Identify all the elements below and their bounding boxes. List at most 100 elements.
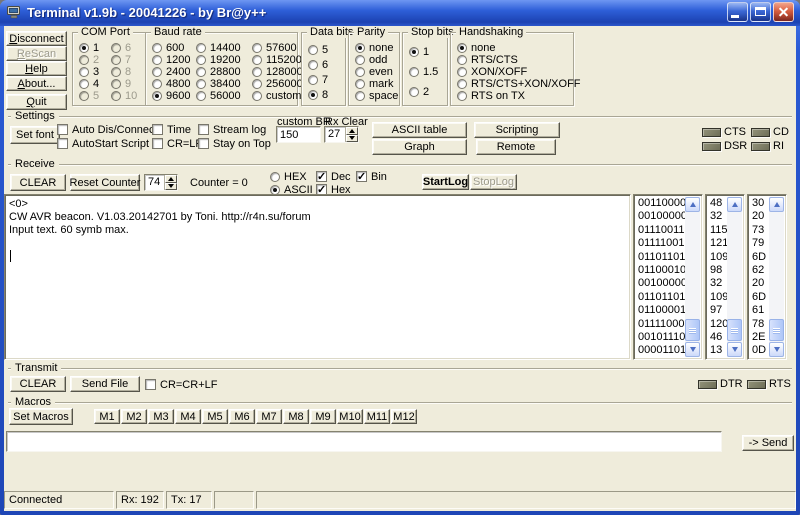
radio-handshake-rts-on-tx[interactable]: RTS on TX (457, 90, 581, 102)
radio-baud-256000[interactable]: 256000 (252, 78, 303, 90)
spin-down-button[interactable] (165, 183, 177, 191)
rx-font-spinner[interactable]: 74 (144, 174, 178, 191)
macro-button-m1[interactable]: M1 (94, 409, 120, 424)
scripting-button[interactable]: Scripting (474, 122, 560, 138)
scroll-up-button[interactable] (727, 197, 742, 212)
list-item[interactable]: 32 (708, 277, 727, 290)
list-item[interactable]: 01100010 (636, 264, 685, 277)
checkbox-stay-on-top[interactable]: Stay on Top (198, 137, 271, 150)
decimal-scrollbar[interactable] (727, 197, 742, 357)
checkbox-autostart-script[interactable]: AutoStart Script (57, 137, 149, 150)
decimal-listbox[interactable]: 48 32 115 121 109 98 32 109 97 120 46 13 (705, 194, 745, 360)
radio-baud-38400[interactable]: 38400 (196, 78, 252, 90)
list-item[interactable]: 6D (750, 291, 769, 304)
scroll-down-button[interactable] (769, 342, 784, 357)
list-item[interactable]: 62 (750, 264, 769, 277)
spin-up-button[interactable] (346, 127, 358, 135)
ascii-table-button[interactable]: ASCII table (372, 122, 467, 138)
radio-handshake-rtscts-xonxoff[interactable]: RTS/CTS+XON/XOFF (457, 78, 581, 90)
scroll-up-button[interactable] (685, 197, 700, 212)
list-item[interactable]: 115 (708, 224, 727, 237)
list-item[interactable]: 01111001 (636, 237, 685, 250)
radio-databits-5[interactable]: 5 (308, 44, 343, 56)
list-item[interactable]: 79 (750, 237, 769, 250)
radio-baud-9600[interactable]: 9600 (152, 90, 196, 102)
list-item[interactable]: 48 (708, 197, 727, 210)
list-item[interactable]: 01101101 (636, 251, 685, 264)
scroll-up-button[interactable] (769, 197, 784, 212)
graph-button[interactable]: Graph (372, 139, 467, 155)
radio-baud-14400[interactable]: 14400 (196, 42, 252, 54)
rx-clear-spinner[interactable]: 27 (324, 126, 359, 143)
list-item[interactable]: 109 (708, 291, 727, 304)
radio-databits-8[interactable]: 8 (308, 89, 343, 101)
list-item[interactable]: 0D (750, 344, 769, 357)
remote-button[interactable]: Remote (476, 139, 556, 155)
receive-terminal[interactable]: <0> CW AVR beacon. V1.03.20142701 by Ton… (4, 194, 631, 360)
radio-baud-56000[interactable]: 56000 (196, 90, 252, 102)
macro-button-m11[interactable]: M11 (364, 409, 390, 424)
radio-baud-128000[interactable]: 128000 (252, 66, 303, 78)
list-item[interactable]: 20 (750, 277, 769, 290)
transmit-input[interactable] (6, 431, 722, 452)
list-item[interactable]: 98 (708, 264, 727, 277)
about-button[interactable]: About... (6, 76, 67, 91)
list-item[interactable]: 20 (750, 210, 769, 223)
checkbox-time[interactable]: Time (152, 123, 191, 136)
checkbox-cr-lf[interactable]: CR=LF (152, 137, 202, 150)
binary-scrollbar[interactable] (685, 197, 700, 357)
reset-counter-button[interactable]: Reset Counter (70, 174, 140, 191)
macro-button-m9[interactable]: M9 (310, 409, 336, 424)
radio-baud-2400[interactable]: 2400 (152, 66, 196, 78)
macro-button-m4[interactable]: M4 (175, 409, 201, 424)
scroll-down-button[interactable] (727, 342, 742, 357)
set-font-button[interactable]: Set font (10, 126, 60, 144)
list-item[interactable]: 00101110 (636, 331, 685, 344)
list-item[interactable]: 61 (750, 304, 769, 317)
hex-scrollbar[interactable] (769, 197, 784, 357)
radio-handshake-none[interactable]: none (457, 42, 581, 54)
macro-button-m8[interactable]: M8 (283, 409, 309, 424)
list-item[interactable]: 01110011 (636, 224, 685, 237)
binary-listbox[interactable]: 00110000 00100000 01110011 01111001 0110… (633, 194, 703, 360)
send-button[interactable]: -> Send (742, 435, 794, 451)
radio-baud-600[interactable]: 600 (152, 42, 196, 54)
title-bar[interactable]: Terminal v1.9b - 20041226 - by Br@y++ (0, 0, 800, 26)
list-item[interactable]: 00100000 (636, 277, 685, 290)
help-button[interactable]: Help (6, 61, 67, 76)
list-item[interactable]: 00110000 (636, 197, 685, 210)
macro-button-m12[interactable]: M12 (391, 409, 417, 424)
radio-parity-space[interactable]: space (355, 90, 398, 102)
list-item[interactable]: 2E (750, 331, 769, 344)
list-item[interactable]: 01100001 (636, 304, 685, 317)
radio-baud-19200[interactable]: 19200 (196, 54, 252, 66)
radio-com-1[interactable]: 1 (79, 42, 111, 54)
spin-up-button[interactable] (165, 175, 177, 183)
radio-baud-115200[interactable]: 115200 (252, 54, 303, 66)
list-item[interactable]: 00100000 (636, 210, 685, 223)
spin-down-button[interactable] (346, 135, 358, 143)
startlog-button[interactable]: StartLog (422, 174, 469, 190)
checkbox-auto-dis-connect[interactable]: Auto Dis/Connect (57, 123, 158, 136)
radio-hex-mode[interactable]: HEX (270, 170, 307, 183)
radio-handshake-xonxoff[interactable]: XON/XOFF (457, 66, 581, 78)
list-item[interactable]: 01111000 (636, 318, 685, 331)
radio-parity-odd[interactable]: odd (355, 54, 398, 66)
receive-clear-button[interactable]: CLEAR (10, 174, 66, 191)
macro-button-m2[interactable]: M2 (121, 409, 147, 424)
radio-baud-1200[interactable]: 1200 (152, 54, 196, 66)
hex-listbox[interactable]: 30 20 73 79 6D 62 20 6D 61 78 2E 0D (747, 194, 787, 360)
macro-button-m7[interactable]: M7 (256, 409, 282, 424)
maximize-button[interactable] (750, 2, 771, 22)
list-item[interactable]: 121 (708, 237, 727, 250)
list-item[interactable]: 78 (750, 318, 769, 331)
radio-handshake-rtscts[interactable]: RTS/CTS (457, 54, 581, 66)
scroll-thumb[interactable] (685, 319, 700, 341)
list-item[interactable]: 73 (750, 224, 769, 237)
list-item[interactable]: 120 (708, 318, 727, 331)
checkbox-dec[interactable]: Dec (316, 170, 351, 183)
checkbox-bin[interactable]: Bin (356, 170, 387, 183)
radio-baud-28800[interactable]: 28800 (196, 66, 252, 78)
radio-stopbits-1[interactable]: 1 (409, 46, 445, 58)
radio-parity-mark[interactable]: mark (355, 78, 398, 90)
